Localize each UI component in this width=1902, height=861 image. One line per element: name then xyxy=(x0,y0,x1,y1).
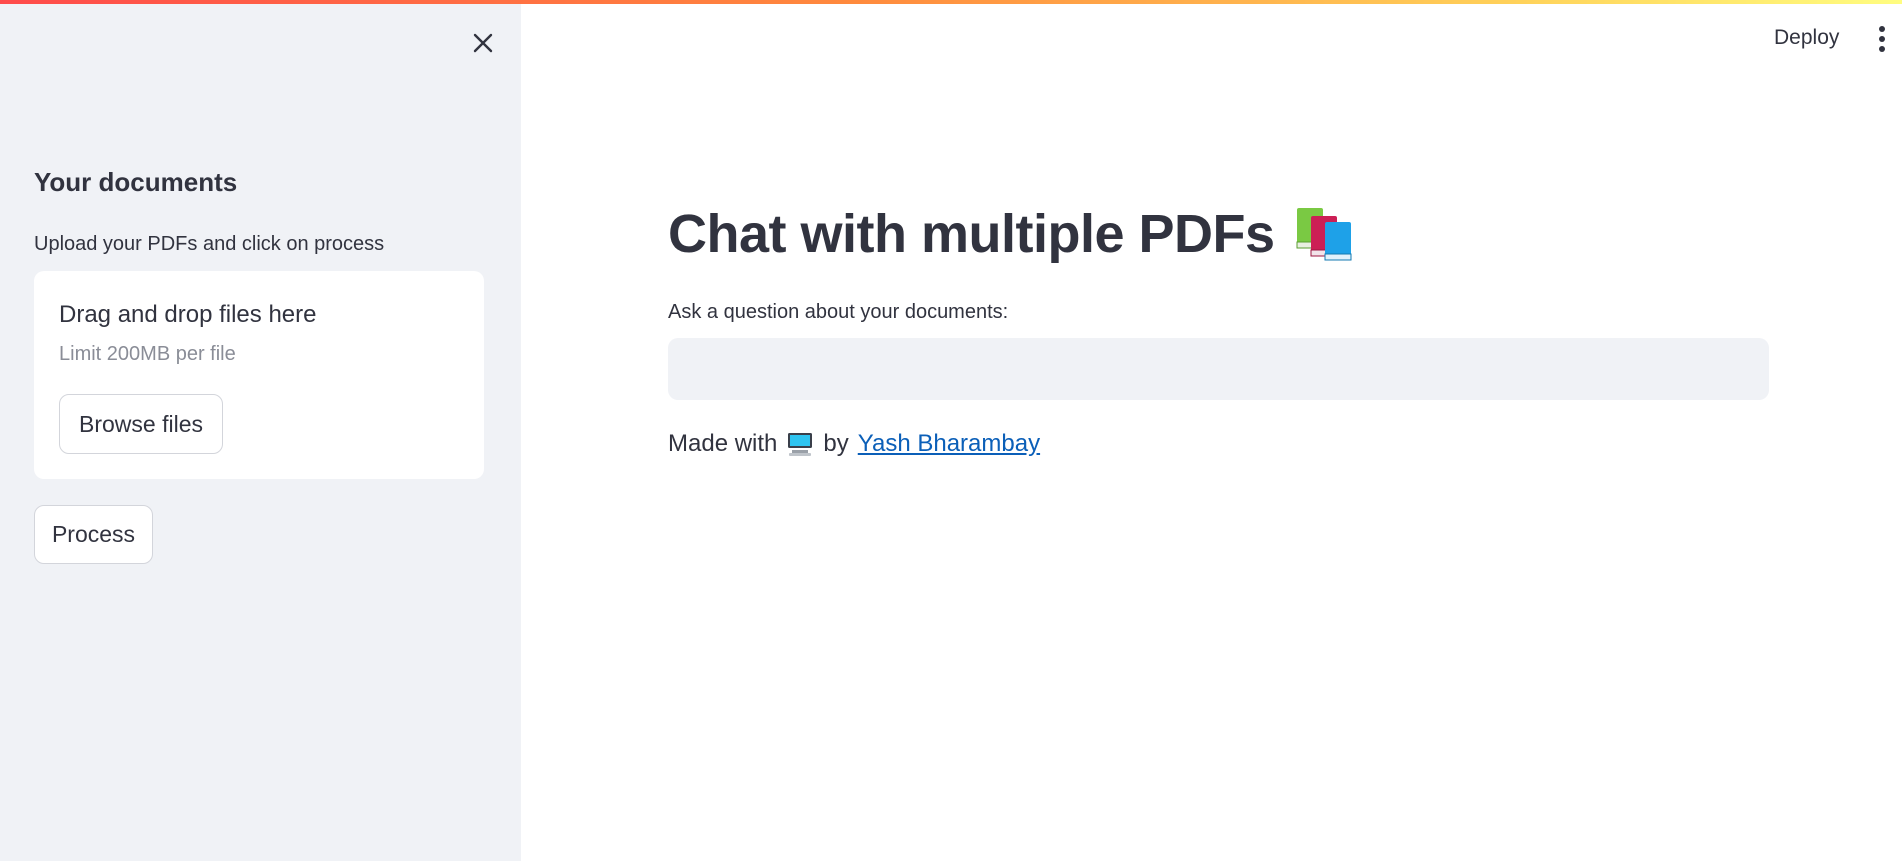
footer-prefix: Made with xyxy=(668,430,778,457)
title-row: Chat with multiple PDFs xyxy=(668,203,1355,265)
close-icon xyxy=(473,33,493,53)
footer-credit: Made with by Yash Bharambay xyxy=(668,430,1040,458)
main-menu-button[interactable] xyxy=(1871,22,1893,56)
ellipsis-dot xyxy=(1879,36,1885,42)
file-dropzone[interactable]: Drag and drop files here Limit 200MB per… xyxy=(34,271,484,479)
ellipsis-dot xyxy=(1879,46,1885,52)
books-icon xyxy=(1296,208,1352,261)
sidebar: Your documents Upload your PDFs and clic… xyxy=(0,0,521,861)
footer-by: by xyxy=(823,430,849,457)
vertical-ellipsis-icon xyxy=(1879,26,1885,32)
question-input[interactable] xyxy=(668,338,1769,400)
question-label: Ask a question about your documents: xyxy=(668,301,1009,323)
upload-caption: Upload your PDFs and click on process xyxy=(34,233,385,255)
dropzone-title: Drag and drop files here xyxy=(59,301,317,328)
dropzone-limit: Limit 200MB per file xyxy=(59,343,236,365)
close-sidebar-button[interactable] xyxy=(466,26,500,60)
author-link[interactable]: Yash Bharambay xyxy=(858,430,1040,458)
computer-icon xyxy=(788,433,813,456)
sidebar-heading: Your documents xyxy=(34,167,238,197)
page-title: Chat with multiple PDFs xyxy=(668,204,1275,264)
deploy-button[interactable]: Deploy xyxy=(1774,26,1839,50)
top-decoration-bar xyxy=(0,0,1902,4)
browse-files-button[interactable]: Browse files xyxy=(59,394,223,454)
process-button[interactable]: Process xyxy=(34,505,153,564)
